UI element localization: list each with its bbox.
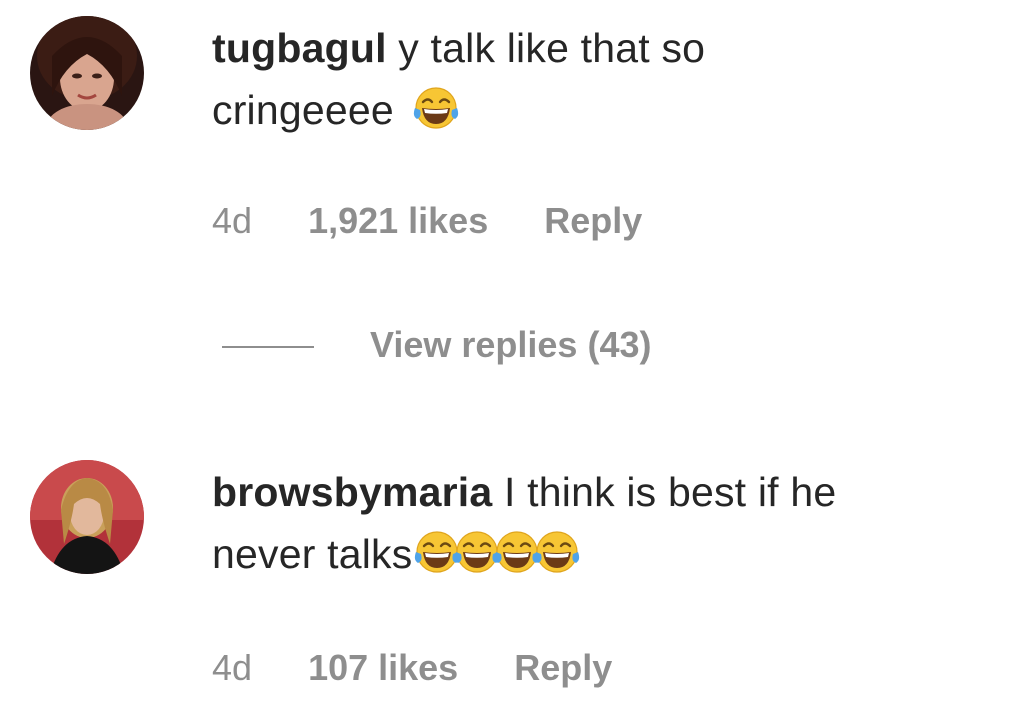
comment-body-line: never talks (212, 531, 413, 577)
comment-body-line: cringeeee (212, 87, 394, 133)
avatar[interactable] (30, 16, 144, 130)
divider-line (222, 346, 314, 349)
laughing-emoji-icon (532, 528, 582, 578)
comment-timestamp: 4d (212, 647, 253, 688)
view-replies-button[interactable]: View replies (43) (222, 320, 651, 370)
comment-username[interactable]: browsbymaria (212, 469, 492, 515)
likes-count[interactable]: 107 likes (308, 643, 458, 693)
laughing-emoji-icon (411, 84, 461, 134)
reply-button[interactable]: Reply (544, 196, 642, 246)
comment-username[interactable]: tugbagul (212, 25, 387, 71)
reply-button[interactable]: Reply (514, 643, 612, 693)
avatar[interactable] (30, 460, 144, 574)
comment-text: tugbagul y talk like that so cringeeee (212, 18, 1012, 140)
comment-body-line: y talk like that so (398, 25, 706, 71)
comment-meta: 4d 1,921 likes Reply (212, 196, 642, 246)
comment-timestamp: 4d (212, 200, 253, 241)
comment-meta: 4d 107 likes Reply (212, 643, 612, 693)
comment-body-line: I think is best if he (504, 469, 837, 515)
comment-text: browsbymaria I think is best if he never… (212, 462, 1012, 584)
likes-count[interactable]: 1,921 likes (308, 196, 488, 246)
view-replies-label: View replies (43) (370, 324, 652, 365)
